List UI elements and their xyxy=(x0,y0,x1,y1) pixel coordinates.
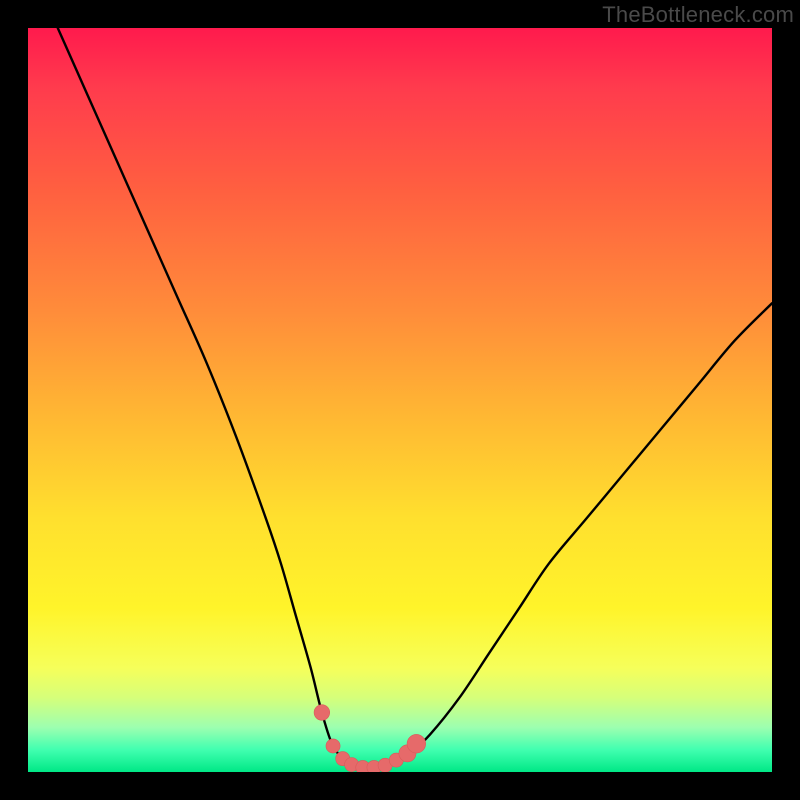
curve-marker xyxy=(314,705,330,721)
curve-marker xyxy=(407,734,426,753)
bottleneck-chart xyxy=(28,28,772,772)
watermark-text: TheBottleneck.com xyxy=(602,2,794,28)
bottleneck-curve-path xyxy=(58,28,772,768)
outer-frame: TheBottleneck.com xyxy=(0,0,800,800)
curve-marker xyxy=(326,739,340,753)
plot-area xyxy=(28,28,772,772)
